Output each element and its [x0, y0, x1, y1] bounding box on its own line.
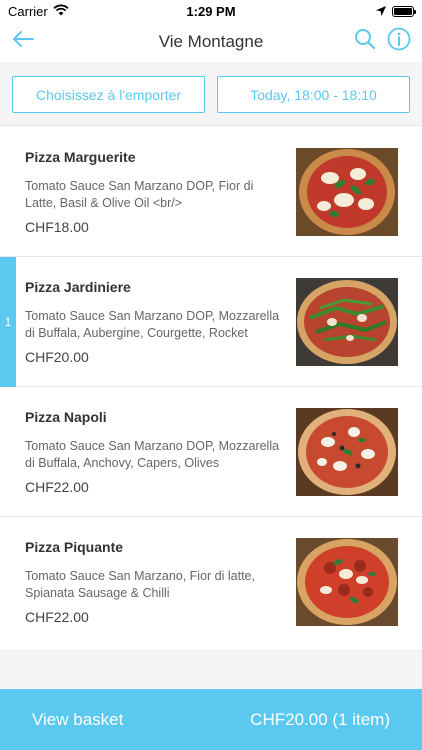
item-price: CHF22.00	[25, 479, 89, 495]
pizza-marguerite-photo	[296, 148, 398, 236]
search-button[interactable]	[350, 26, 380, 56]
list-footer-spacer	[0, 649, 422, 689]
menu-item-pizza-napoli[interactable]: Pizza Napoli Tomato Sauce San Marzano DO…	[0, 387, 422, 517]
pizza-napoli-photo	[296, 408, 398, 496]
view-basket-button[interactable]: View basket CHF20.00 (1 item)	[0, 689, 422, 750]
item-name: Pizza Napoli	[25, 409, 107, 425]
item-name: Pizza Piquante	[25, 539, 124, 555]
back-button[interactable]	[8, 26, 38, 56]
status-bar: Carrier 1:29 PM	[0, 0, 422, 22]
item-price: CHF20.00	[25, 349, 89, 365]
item-price: CHF22.00	[25, 609, 89, 625]
menu-item-pizza-jardiniere[interactable]: 1 Pizza Jardiniere Tomato Sauce San Marz…	[0, 257, 422, 387]
item-name: Pizza Jardiniere	[25, 279, 131, 295]
page-title: Vie Montagne	[158, 32, 264, 51]
menu-item-pizza-marguerite[interactable]: Pizza Marguerite Tomato Sauce San Marzan…	[0, 127, 422, 257]
info-icon	[387, 27, 411, 56]
quantity-badge: 1	[0, 257, 16, 387]
back-arrow-icon	[11, 30, 35, 53]
search-icon	[354, 28, 376, 55]
wifi-icon	[53, 4, 69, 19]
menu-list: Pizza Marguerite Tomato Sauce San Marzan…	[0, 127, 422, 647]
item-description: Tomato Sauce San Marzano, Fior di latte,…	[25, 569, 255, 600]
battery-icon	[392, 5, 416, 17]
pizza-jardiniere-photo	[296, 278, 398, 366]
pizza-piquante-photo	[296, 538, 398, 626]
location-arrow-icon	[376, 4, 386, 19]
filter-bar: Choisissez à l'emporter Today, 18:00 - 1…	[0, 62, 422, 126]
basket-total: CHF20.00 (1 item)	[250, 709, 390, 729]
item-description: Tomato Sauce San Marzano DOP, Fior di La…	[25, 179, 254, 210]
item-name: Pizza Marguerite	[25, 149, 136, 165]
status-left: Carrier	[8, 4, 69, 19]
menu-item-pizza-piquante[interactable]: Pizza Piquante Tomato Sauce San Marzano,…	[0, 517, 422, 647]
carrier-label: Carrier	[8, 3, 48, 19]
info-button[interactable]	[384, 26, 414, 56]
nav-bar: Vie Montagne	[0, 22, 422, 62]
item-price: CHF18.00	[25, 219, 89, 235]
time-slot-button[interactable]: Today, 18:00 - 18:10	[217, 76, 410, 113]
item-description: Tomato Sauce San Marzano DOP, Mozzarella…	[25, 309, 280, 340]
order-type-button[interactable]: Choisissez à l'emporter	[12, 76, 205, 113]
item-description: Tomato Sauce San Marzano DOP, Mozzarella…	[25, 439, 280, 470]
basket-label: View basket	[32, 709, 124, 729]
status-right	[376, 4, 416, 19]
